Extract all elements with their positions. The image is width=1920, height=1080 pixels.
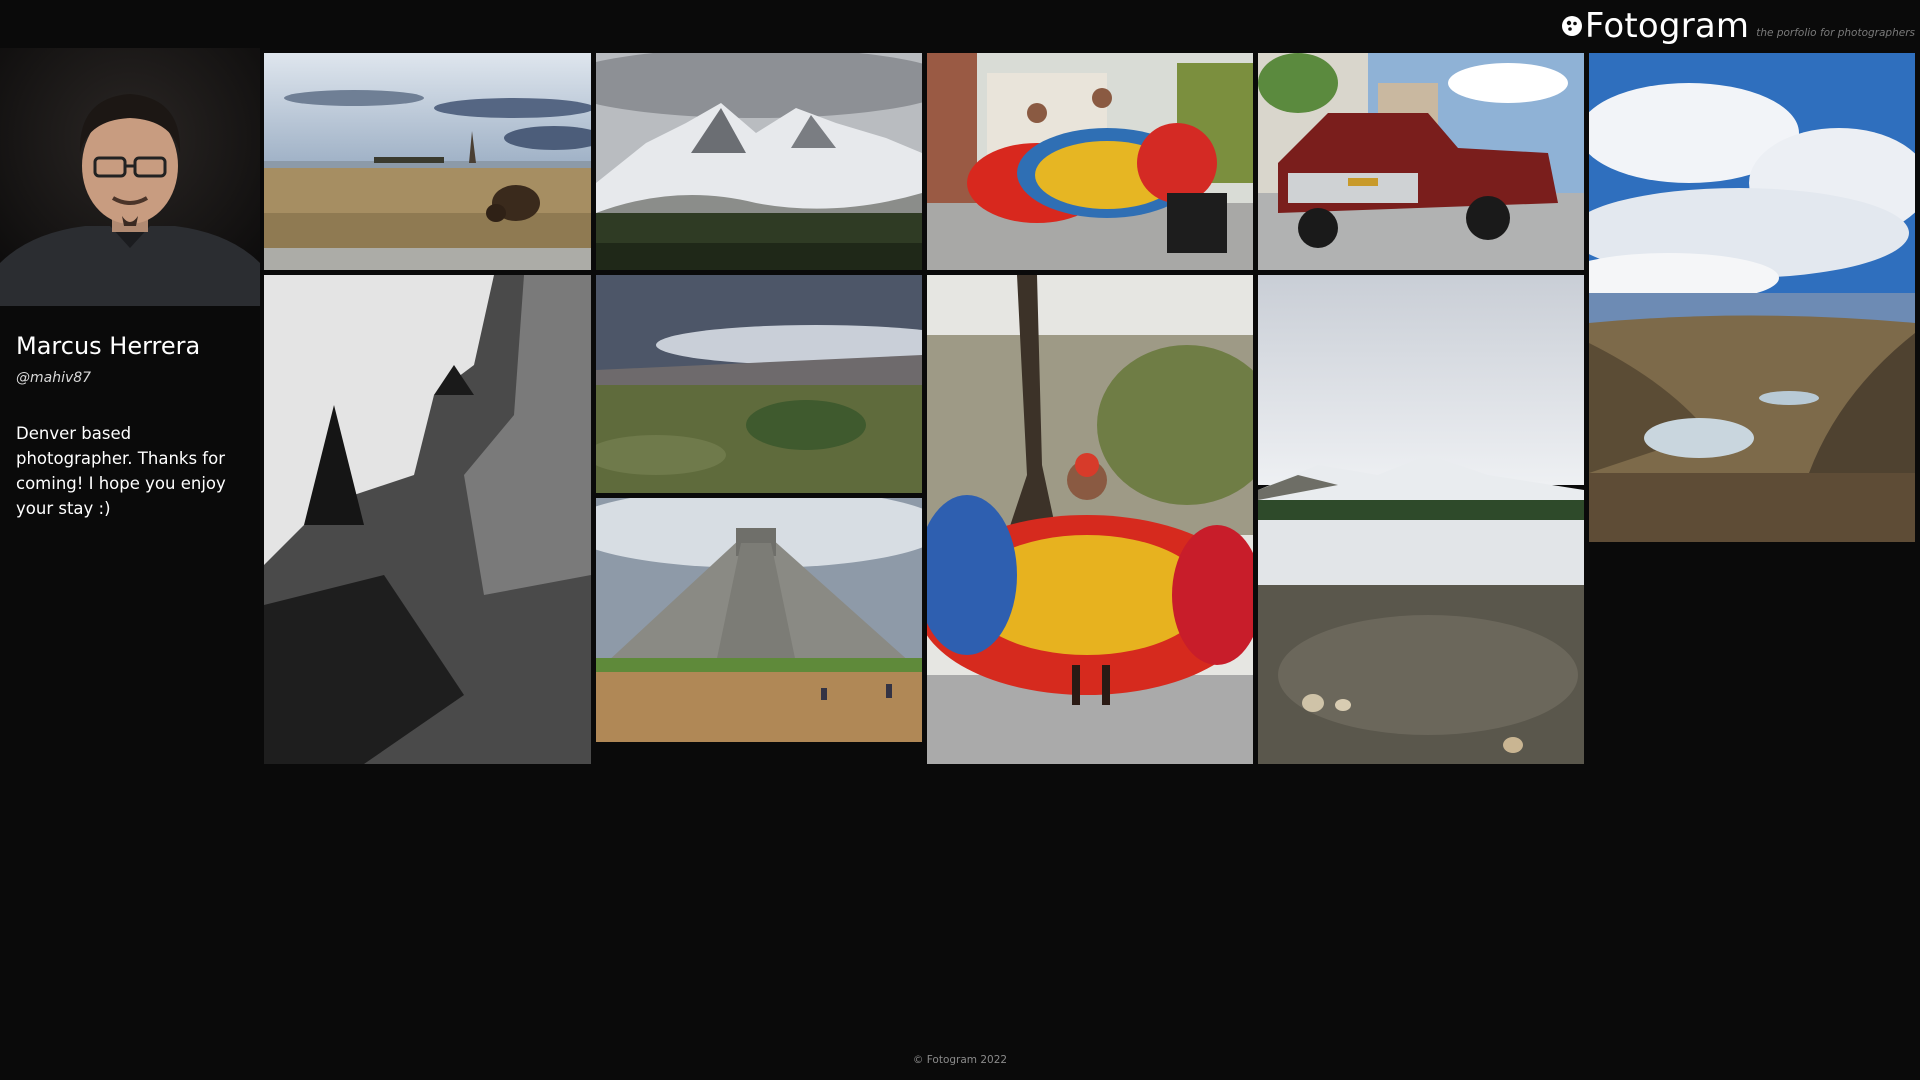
gallery-photo-bison[interactable]: [264, 53, 591, 270]
brand-tagline: the porfolio for photographers: [1756, 27, 1915, 39]
gallery-photo-mountain-peaks[interactable]: [596, 53, 922, 270]
gallery-photo-folk-dancers-street[interactable]: [927, 53, 1253, 270]
gallery-photo-sand-dunes[interactable]: [596, 275, 922, 493]
profile-handle[interactable]: @mahiv87: [16, 370, 91, 386]
header: Fotogram the porfolio for photographers: [1561, 0, 1915, 52]
profile-bio: Denver based photographer. Thanks for co…: [16, 424, 226, 518]
gallery-photo-folk-dancers-closeup[interactable]: [927, 275, 1253, 764]
brand-name: Fotogram: [1584, 6, 1750, 46]
gallery-photo-cliff-bw[interactable]: [264, 275, 591, 764]
brand-logo[interactable]: Fotogram: [1561, 9, 1749, 43]
gallery-photo-frozen-lake[interactable]: [1258, 275, 1584, 764]
profile-name: Marcus Herrera: [16, 332, 201, 360]
profile-avatar: [0, 48, 260, 306]
gallery-photo-lowrider-truck[interactable]: [1258, 53, 1584, 270]
footer-copyright: © Fotogram 2022: [912, 1054, 1008, 1066]
gallery-photo-pyramid[interactable]: [596, 498, 922, 742]
gallery-photo-alpine-valley[interactable]: [1589, 53, 1915, 542]
camera-aperture-icon: [1561, 16, 1582, 36]
